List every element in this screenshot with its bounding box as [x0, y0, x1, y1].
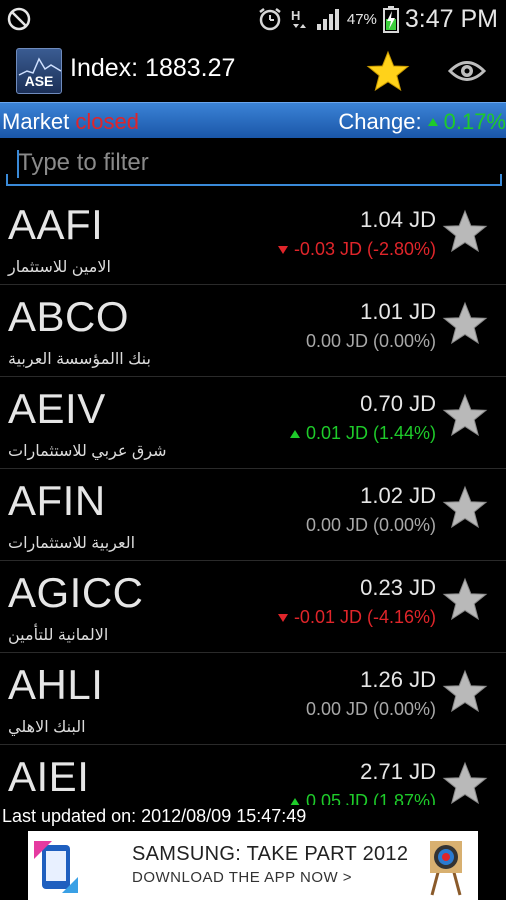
down-arrow-icon — [277, 613, 288, 622]
input-edge-right — [500, 174, 502, 186]
stock-change: 0.05 JD (1.87%) — [289, 791, 436, 805]
ad-subtitle: DOWNLOAD THE APP NOW > — [132, 869, 353, 886]
eye-icon[interactable] — [448, 56, 486, 86]
stock-price: 1.02 JD — [360, 483, 436, 508]
stock-change-text: 0.00 JD (0.00%) — [305, 515, 436, 535]
stock-name: الالمانية للتأمين — [8, 627, 109, 644]
favorite-star-icon[interactable] — [442, 393, 488, 439]
market-status-bar: Market closed Change: 0.17% — [0, 102, 506, 138]
do-not-disturb-icon — [7, 7, 31, 31]
stock-row-aeiv[interactable]: AEIV شرق عربي للاستثمارات 0.70 JD 0.01 JD (… — [0, 377, 506, 469]
archery-target-icon — [430, 841, 462, 896]
stock-symbol: AIEI — [8, 753, 90, 800]
stock-change: 0.01 JD (1.44%) — [289, 423, 436, 444]
stock-change: -0.03 JD (-2.80%) — [277, 239, 436, 260]
stock-price: 0.23 JD — [360, 575, 436, 600]
market-status: Market closed — [2, 109, 139, 135]
stock-price: 2.71 JD — [360, 759, 436, 784]
ad-title: SAMSUNG: TAKE PART 2012 — [132, 843, 409, 865]
favorite-star-icon[interactable] — [442, 669, 488, 715]
market-change: Change: 0.17% — [338, 109, 506, 135]
ad-banner[interactable]: SAMSUNG: TAKE PART 2012 DOWNLOAD THE APP… — [28, 831, 478, 900]
stock-price: 1.26 JD — [360, 667, 436, 692]
favorite-star-icon[interactable] — [442, 761, 488, 805]
stock-change-text: 0.00 JD (0.00%) — [305, 331, 436, 351]
stock-change-text: -0.01 JD (-4.16%) — [293, 607, 436, 627]
alarm-icon — [259, 8, 281, 31]
battery-percent: 47% — [346, 10, 377, 28]
favorite-star-icon[interactable] — [442, 301, 488, 347]
ad-app-icon — [34, 841, 78, 893]
stock-row-ahli[interactable]: AHLI البنك الاهلي 1.26 JD 0.00 JD (0.00%) — [0, 653, 506, 745]
stock-name: العربية للاستثمارات — [8, 535, 136, 552]
up-arrow-icon — [289, 429, 300, 438]
network-h-icon: H — [291, 8, 306, 28]
stock-row-aafi[interactable]: AAFI الامين للاستثمار 1.04 JD -0.03 JD (-2.… — [0, 193, 506, 285]
filter-container — [6, 142, 502, 188]
stock-change: 0.00 JD (0.00%) — [306, 515, 436, 536]
change-label: Change: — [338, 109, 422, 134]
status-time: 3:47 PM — [404, 4, 498, 33]
stock-change-text: 0.05 JD (1.87%) — [305, 791, 436, 805]
stock-symbol: AFIN — [8, 477, 106, 524]
stock-name: بنك االمؤسسة العربية — [8, 351, 151, 368]
stock-price: 0.70 JD — [360, 391, 436, 416]
stock-row-abco[interactable]: ABCO بنك االمؤسسة العربية 1.01 JD 0.00 JD (… — [0, 285, 506, 377]
favorite-star-icon[interactable] — [442, 577, 488, 623]
stock-symbol: AEIV — [8, 385, 106, 432]
stock-symbol: AHLI — [8, 661, 104, 708]
down-arrow-icon — [277, 245, 288, 254]
logo-text: ASE — [24, 73, 54, 89]
market-label: Market — [2, 109, 70, 134]
text-cursor — [17, 150, 19, 178]
up-arrow-icon — [427, 118, 438, 126]
stock-change: 0.00 JD (0.00%) — [306, 331, 436, 352]
last-updated-text: Last updated on: 2012/08/09 15:47:49 — [2, 806, 307, 826]
favorites-star-icon[interactable] — [366, 50, 410, 94]
stock-name: البنك الاهلي — [8, 719, 86, 736]
svg-text:H: H — [291, 8, 300, 23]
stock-change-text: 0.00 JD (0.00%) — [305, 699, 436, 719]
filter-input[interactable] — [6, 142, 502, 186]
change-value: 0.17% — [443, 109, 506, 134]
status-bar: H 47% 3:47 PM — [0, 0, 506, 38]
up-arrow-icon — [289, 797, 300, 805]
stock-list[interactable]: AAFI الامين للاستثمار 1.04 JD -0.03 JD (-2.… — [0, 193, 506, 805]
app-header: ASE Index: 1883.27 — [0, 38, 506, 102]
market-closed-label: closed — [75, 109, 139, 134]
index-value: Index: 1883.27 — [70, 54, 236, 82]
stock-row-afin[interactable]: AFIN العربية للاستثمارات 1.02 JD 0.00 JD (0… — [0, 469, 506, 561]
favorite-star-icon[interactable] — [442, 209, 488, 255]
stock-name: الامين للاستثمار — [8, 259, 111, 276]
stock-row-aiei[interactable]: AIEI 2.71 JD 0.05 JD (1.87%) — [0, 745, 506, 805]
stock-symbol: ABCO — [8, 293, 130, 340]
stock-name: شرق عربي للاستثمارات — [8, 443, 167, 460]
stock-symbol: AAFI — [8, 201, 104, 248]
stock-price: 1.04 JD — [360, 207, 436, 232]
favorite-star-icon[interactable] — [442, 485, 488, 531]
stock-change-text: -0.03 JD (-2.80%) — [293, 239, 436, 259]
stock-price: 1.01 JD — [360, 299, 436, 324]
stock-symbol: AGICC — [8, 569, 144, 616]
input-edge-left — [6, 174, 8, 186]
app-logo[interactable]: ASE — [16, 48, 62, 94]
battery-charging-icon — [382, 6, 399, 33]
signal-icon — [316, 9, 339, 30]
stock-change: -0.01 JD (-4.16%) — [277, 607, 436, 628]
stock-change: 0.00 JD (0.00%) — [306, 699, 436, 720]
stock-row-agicc[interactable]: AGICC الالمانية للتأمين 0.23 JD -0.01 JD (-… — [0, 561, 506, 653]
stock-change-text: 0.01 JD (1.44%) — [305, 423, 436, 443]
